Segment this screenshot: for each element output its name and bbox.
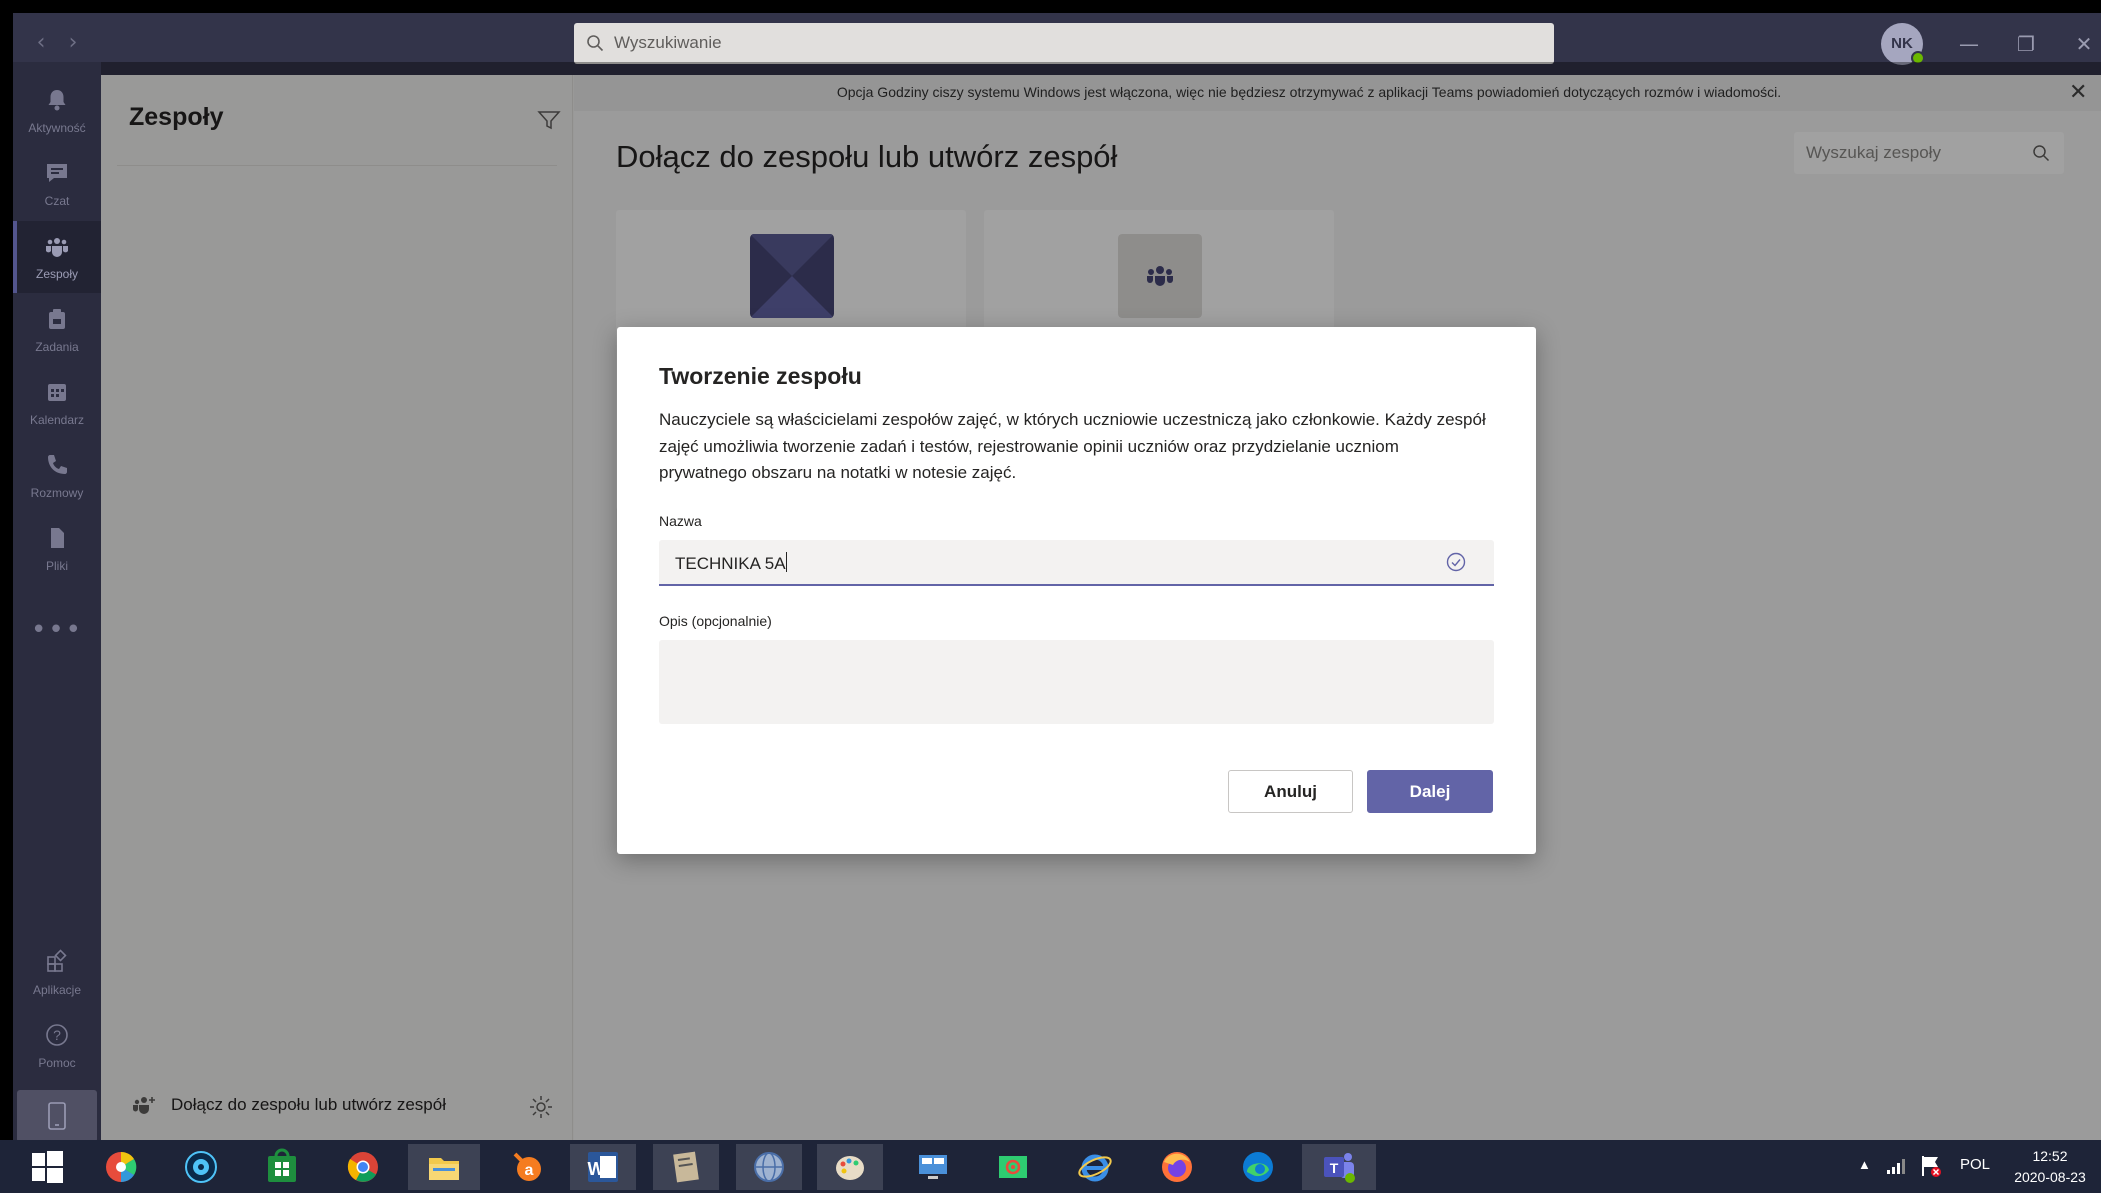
taskbar-app-store[interactable]	[249, 1144, 315, 1190]
taskbar-app-picasa[interactable]	[88, 1144, 154, 1190]
teams-window: ‹ › Wyszukiwanie NK — ❐ ✕ Aktywność Czat…	[13, 13, 2101, 1140]
folder-icon	[429, 1158, 459, 1180]
taskbar-app-explorer[interactable]	[408, 1144, 480, 1190]
store-icon	[268, 1148, 296, 1182]
action-center-flag-icon[interactable]	[1920, 1154, 1942, 1178]
dialog-title: Tworzenie zespołu	[659, 363, 862, 389]
dialog-description: Nauczyciele są właścicielami zespołów za…	[659, 410, 1486, 482]
cancel-button[interactable]: Anuluj	[1228, 770, 1353, 813]
taskbar-app-remote[interactable]	[900, 1144, 966, 1190]
scanner-icon	[673, 1151, 699, 1183]
show-hidden-icons-icon[interactable]: ▲	[1858, 1157, 1871, 1193]
forward-arrow-icon[interactable]: ›	[61, 31, 85, 55]
taskbar-app-teams[interactable]: T	[1302, 1144, 1376, 1190]
back-arrow-icon[interactable]: ‹	[29, 31, 53, 55]
system-clock[interactable]: 12:52 2020-08-23	[2005, 1146, 2095, 1188]
create-team-dialog: Tworzenie zespołu Nauczyciele są właścic…	[617, 327, 1536, 854]
input-language-indicator[interactable]: POL	[1960, 1156, 1990, 1193]
screen: ‹ › Wyszukiwanie NK — ❐ ✕ Aktywność Czat…	[0, 0, 2101, 1193]
taskbar-app-mail[interactable]	[980, 1144, 1046, 1190]
avatar-initials: NK	[1891, 35, 1913, 52]
svg-text:W: W	[588, 1159, 605, 1179]
team-name-field[interactable]: TECHNIKA 5A	[659, 540, 1494, 586]
clock-time: 12:52	[2032, 1148, 2068, 1164]
next-button[interactable]: Dalej	[1367, 770, 1493, 813]
svg-text:T: T	[1330, 1160, 1339, 1176]
windows-logo-icon	[32, 1151, 63, 1183]
edge-icon	[1243, 1152, 1273, 1182]
search-placeholder: Wyszukiwanie	[614, 33, 722, 52]
network-signal-icon[interactable]	[1885, 1156, 1907, 1176]
teams-app-icon: T	[1324, 1153, 1355, 1183]
taskbar-app-paint[interactable]	[817, 1144, 883, 1190]
minimize-button[interactable]: —	[1956, 31, 1982, 57]
chrome-icon	[347, 1152, 378, 1182]
remote-desktop-icon	[919, 1155, 947, 1179]
modal-overlay-rail	[13, 62, 101, 1140]
name-label: Nazwa	[659, 513, 702, 529]
check-circle-icon	[1446, 552, 1466, 572]
team-description-field[interactable]	[659, 640, 1494, 724]
search-icon	[587, 35, 604, 52]
taskbar: a W T ▲ POL 12:52 2020-08-23	[0, 1140, 2101, 1193]
clock-date: 2020-08-23	[2014, 1169, 2086, 1185]
avast-icon: a	[513, 1152, 541, 1181]
taskbar-app-avast[interactable]: a	[495, 1144, 561, 1190]
team-name-value: TECHNIKA 5A	[675, 552, 787, 574]
taskbar-app-firefox[interactable]	[1144, 1144, 1210, 1190]
svg-text:a: a	[525, 1162, 534, 1179]
start-button[interactable]	[14, 1144, 80, 1190]
mail-icon	[999, 1156, 1027, 1178]
firefox-icon	[1162, 1152, 1192, 1182]
globe-icon	[754, 1152, 784, 1182]
internet-explorer-icon	[1078, 1154, 1112, 1182]
taskbar-app-ie[interactable]	[1062, 1144, 1128, 1190]
paint-palette-icon	[836, 1156, 864, 1180]
taskbar-app-globe[interactable]	[736, 1144, 802, 1190]
picasa-icon	[106, 1151, 137, 1183]
team-name-text: TECHNIKA 5A	[675, 554, 786, 573]
taskbar-app-chrome[interactable]	[330, 1144, 396, 1190]
media-player-icon	[185, 1151, 217, 1183]
restore-button[interactable]: ❐	[2013, 31, 2039, 57]
taskbar-app-media[interactable]	[168, 1144, 234, 1190]
taskbar-app-edge[interactable]	[1225, 1144, 1291, 1190]
close-button[interactable]: ✕	[2071, 31, 2097, 57]
avatar[interactable]: NK	[1881, 23, 1925, 65]
taskbar-app-word[interactable]: W	[570, 1144, 636, 1190]
text-caret	[785, 552, 787, 572]
taskbar-app-scanner[interactable]	[653, 1144, 719, 1190]
word-icon: W	[588, 1152, 618, 1182]
description-label: Opis (opcjonalnie)	[659, 613, 772, 629]
search-input[interactable]: Wyszukiwanie	[574, 23, 1554, 64]
